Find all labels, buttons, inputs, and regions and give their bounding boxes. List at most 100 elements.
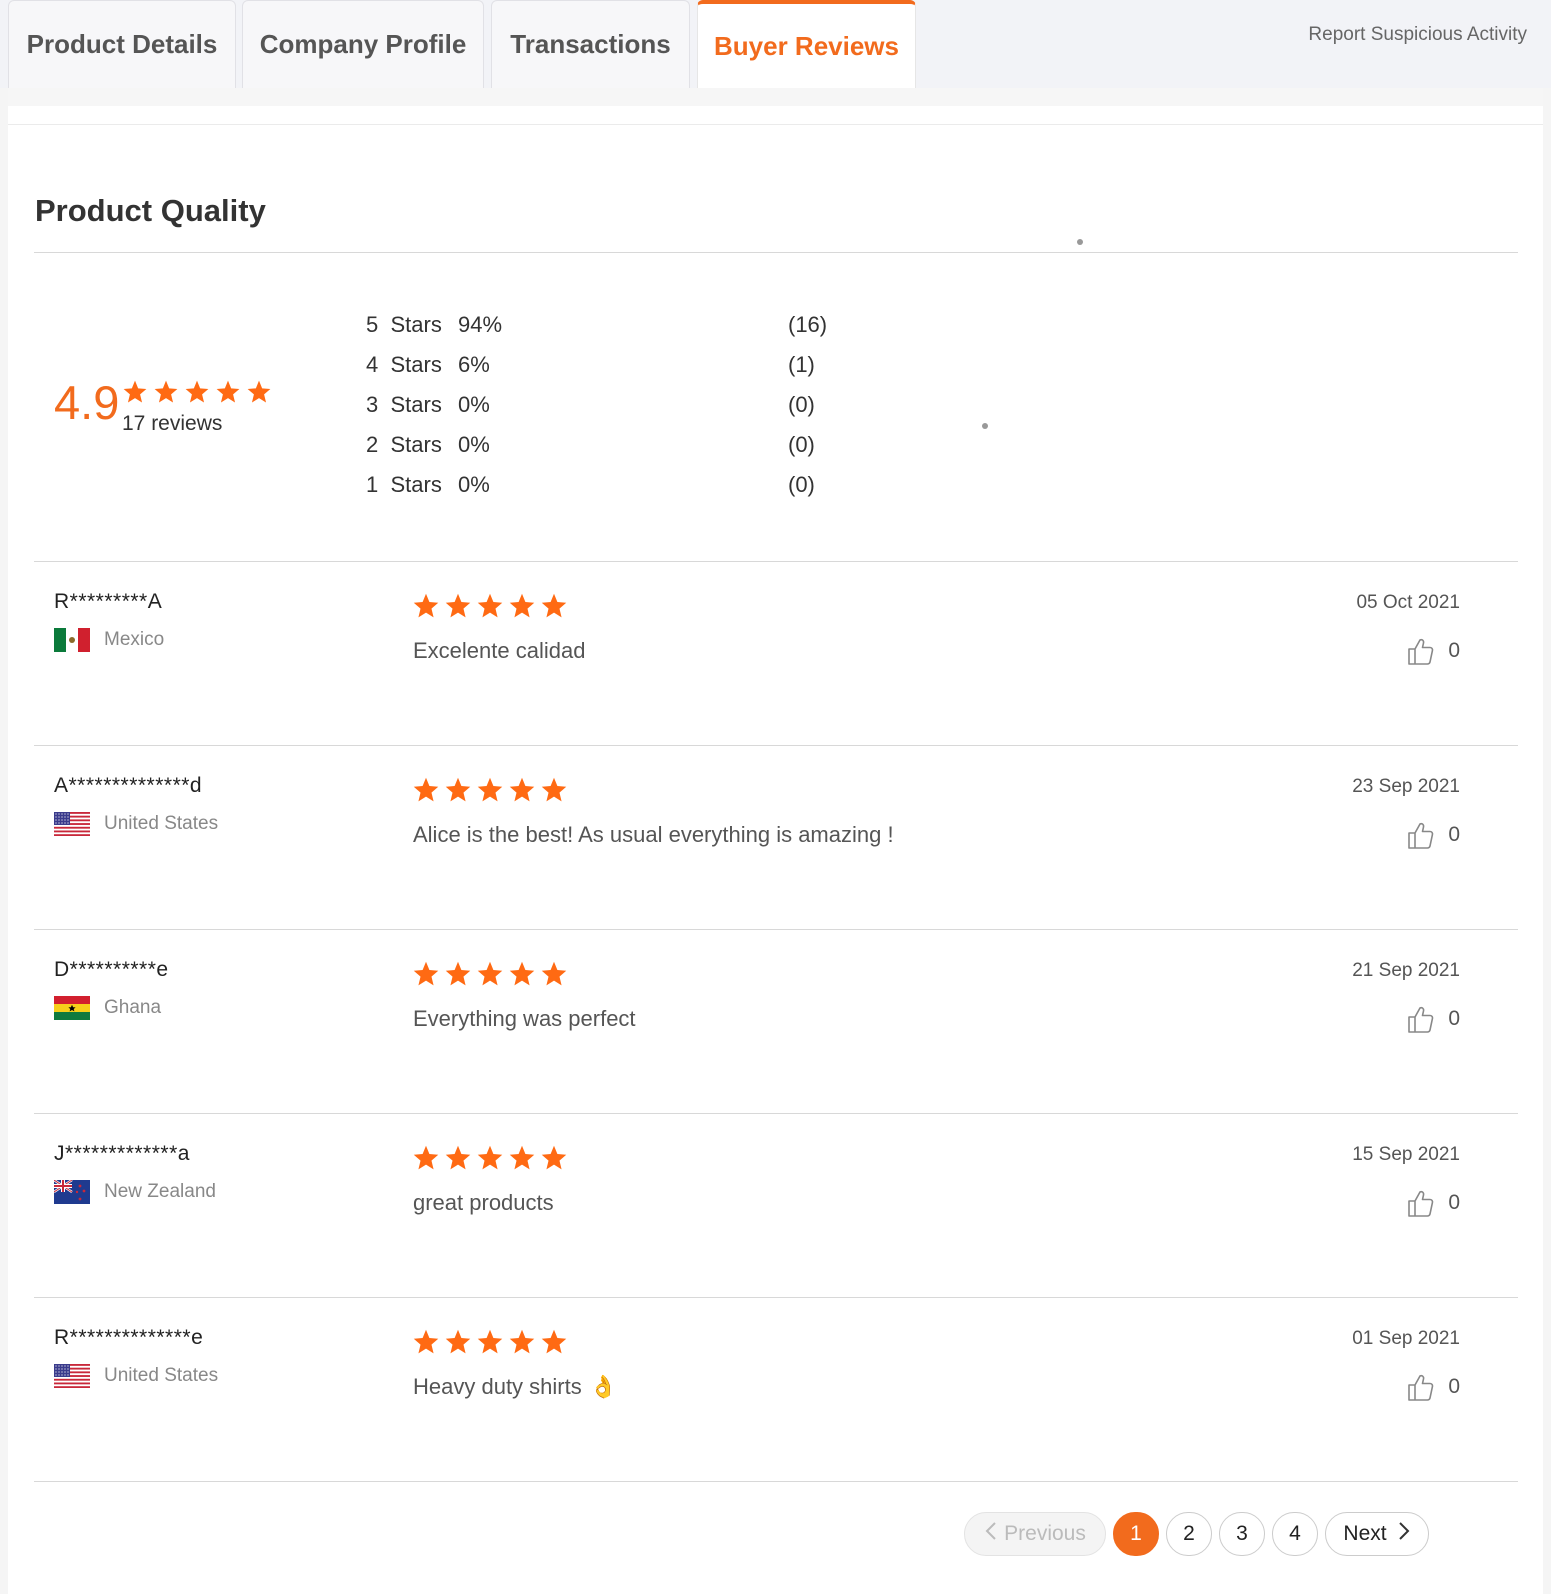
- review-stars: [412, 960, 568, 993]
- distribution-percent: 0%: [458, 432, 490, 457]
- country-name: United States: [104, 813, 219, 834]
- reviewer-country: Ghana: [54, 996, 161, 1020]
- thumbs-up-icon: [1406, 1004, 1434, 1034]
- us-flag-icon: [54, 812, 90, 836]
- helpful-button[interactable]: 0: [1406, 1004, 1460, 1034]
- star-icon: [444, 776, 472, 804]
- helpful-button[interactable]: 0: [1406, 636, 1460, 666]
- review-stars: [412, 776, 568, 809]
- star-icon: [540, 776, 568, 804]
- review-comment: Everything was perfect: [413, 1006, 636, 1032]
- ok-hand-emoji: 👌: [589, 1374, 618, 1399]
- review-item: J*************a New Zealand great products…: [34, 1114, 1518, 1298]
- reviewer-country: Mexico: [54, 628, 164, 652]
- page-4-button[interactable]: 4: [1272, 1512, 1318, 1556]
- new-zealand-flag-icon: [54, 1180, 90, 1204]
- star-icon: [476, 1328, 504, 1356]
- next-button[interactable]: Next: [1325, 1512, 1429, 1556]
- distribution-stars-label: 4 Stars: [366, 352, 442, 377]
- star-icon: [540, 1144, 568, 1172]
- reviewer-country: New Zealand: [54, 1180, 216, 1204]
- helpful-button[interactable]: 0: [1406, 1188, 1460, 1218]
- review-count: 17 reviews: [122, 412, 223, 435]
- like-count: 0: [1448, 639, 1460, 662]
- helpful-button[interactable]: 0: [1406, 1372, 1460, 1402]
- star-icon: [444, 1144, 472, 1172]
- distribution-count: (0): [788, 432, 815, 457]
- star-icon: [476, 1144, 504, 1172]
- previous-button[interactable]: Previous: [964, 1512, 1106, 1556]
- ghana-flag-icon: [54, 996, 90, 1020]
- distribution-percent: 94%: [458, 312, 503, 337]
- distribution-stars-label: 1 Stars: [366, 472, 442, 497]
- star-icon: [412, 1144, 440, 1172]
- star-icon: [412, 1328, 440, 1356]
- distribution-percent: 6%: [458, 352, 490, 377]
- review-stars: [412, 1144, 568, 1177]
- page-3-button[interactable]: 3: [1219, 1512, 1265, 1556]
- chevron-left-icon: [984, 1521, 998, 1547]
- star-icon: [246, 379, 272, 405]
- thumbs-up-icon: [1406, 636, 1434, 666]
- review-date: 15 Sep 2021: [1352, 1144, 1460, 1165]
- reviewer-name: R*********A: [54, 590, 163, 613]
- thumbs-up-icon: [1406, 820, 1434, 850]
- review-text: Alice is the best! As usual everything i…: [413, 822, 894, 847]
- tab-company-profile[interactable]: Company Profile: [242, 0, 484, 88]
- distribution-row: 2 Stars 0% (0): [366, 432, 815, 458]
- dot: [1077, 239, 1083, 245]
- country-name: Ghana: [104, 997, 162, 1018]
- tab-transactions[interactable]: Transactions: [491, 0, 690, 88]
- pagination: Previous 1234 Next: [964, 1512, 1429, 1556]
- review-text: great products: [413, 1190, 554, 1215]
- page-2-button[interactable]: 2: [1166, 1512, 1212, 1556]
- star-icon: [508, 960, 536, 988]
- review-date: 01 Sep 2021: [1352, 1328, 1460, 1349]
- review-stars: [412, 592, 568, 625]
- tab-buyer-reviews[interactable]: Buyer Reviews: [697, 0, 916, 88]
- review-stars: [412, 1328, 568, 1361]
- reviewer-name: J*************a: [54, 1142, 190, 1165]
- like-count: 0: [1448, 1375, 1460, 1398]
- review-date: 23 Sep 2021: [1352, 776, 1460, 797]
- distribution-row: 4 Stars 6% (1): [366, 352, 815, 378]
- country-name: United States: [104, 1365, 219, 1386]
- distribution-row: 3 Stars 0% (0): [366, 392, 815, 418]
- like-count: 0: [1448, 1191, 1460, 1214]
- thumbs-up-icon: [1406, 1372, 1434, 1402]
- star-rating: [122, 379, 272, 405]
- distribution-count: (1): [788, 352, 815, 377]
- average-rating: 4.9: [54, 376, 120, 429]
- star-icon: [540, 1328, 568, 1356]
- distribution-row: 1 Stars 0% (0): [366, 472, 815, 498]
- review-text: Excelente calidad: [413, 638, 586, 663]
- reviews-card: Product Quality 4.9 17 reviews 5 Stars 94…: [8, 88, 1543, 1594]
- review-date: 05 Oct 2021: [1356, 592, 1460, 613]
- review-comment: great products: [413, 1190, 554, 1216]
- country-name: Mexico: [104, 629, 165, 650]
- review-item: R*********A Mexico Excelente calidad 05 Oct…: [34, 562, 1518, 746]
- review-date: 21 Sep 2021: [1352, 960, 1460, 981]
- reviewer-name: R**************e: [54, 1326, 204, 1349]
- like-count: 0: [1448, 823, 1460, 846]
- star-icon: [508, 592, 536, 620]
- report-suspicious-activity-link[interactable]: Report Suspicious Activity: [1308, 24, 1527, 46]
- reviewer-name: D**********e: [54, 958, 169, 981]
- helpful-button[interactable]: 0: [1406, 820, 1460, 850]
- tab-product-details[interactable]: Product Details: [8, 0, 236, 88]
- reviews-panel: Product Quality 4.9 17 reviews 5 Stars 94…: [8, 124, 1543, 1594]
- review-text: Heavy duty shirts: [413, 1374, 582, 1399]
- divider: [34, 1481, 1518, 1482]
- thumbs-up-icon: [1406, 1188, 1434, 1218]
- reviewer-country: United States: [54, 812, 218, 836]
- star-icon: [476, 960, 504, 988]
- tab-bar: Product Details Company Profile Transact…: [0, 0, 1551, 88]
- country-name: New Zealand: [104, 1181, 216, 1202]
- average-stars: [122, 379, 272, 410]
- star-icon: [412, 960, 440, 988]
- review-comment: Heavy duty shirts 👌: [413, 1374, 617, 1400]
- star-icon: [444, 960, 472, 988]
- review-item: D**********e Ghana Everything was perfect 2…: [34, 930, 1518, 1114]
- star-icon: [476, 776, 504, 804]
- page-1-button[interactable]: 1: [1113, 1512, 1159, 1556]
